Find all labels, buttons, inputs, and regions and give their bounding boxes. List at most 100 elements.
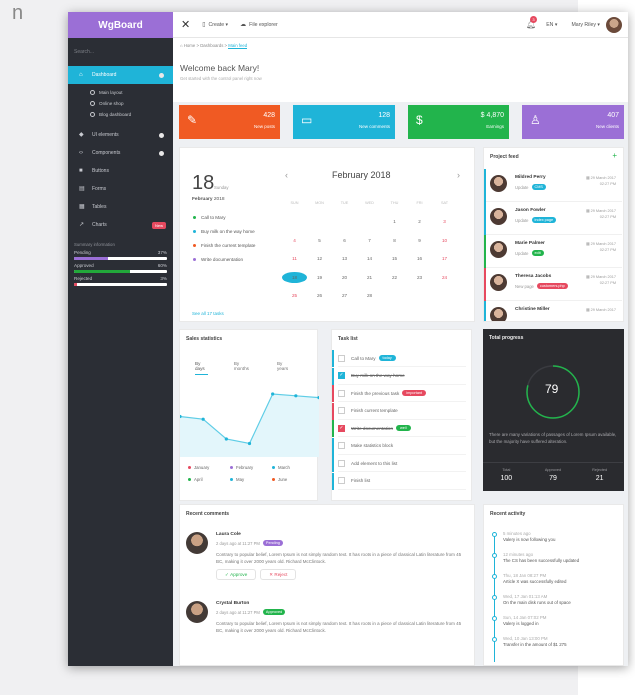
breadcrumb-dashboards[interactable]: Dashboards <box>200 43 223 48</box>
event-item[interactable]: Write documentation <box>193 257 243 262</box>
tab-by-months[interactable]: By months <box>234 361 251 375</box>
calendar-day[interactable]: 25 <box>282 293 307 298</box>
calendar-day[interactable]: 23 <box>407 275 432 280</box>
reject-button[interactable]: ✕ Reject <box>260 569 297 580</box>
calendar-day[interactable]: 26 <box>307 293 332 298</box>
file-explorer-button[interactable]: ☁ File explorer <box>240 21 278 29</box>
add-icon[interactable]: + <box>612 151 617 160</box>
calendar-day[interactable]: 1 <box>382 219 407 224</box>
sidebar-item-dashboard[interactable]: ⌂ Dashboard <box>68 66 173 84</box>
sidebar-item-tables[interactable]: ▦ Tables <box>68 198 173 216</box>
calendar-day[interactable]: 17 <box>432 256 457 261</box>
sidebar-item-components[interactable]: ‹› Components <box>68 144 173 162</box>
calendar-day[interactable]: 14 <box>357 256 382 261</box>
calendar-day[interactable]: 8 <box>382 238 407 243</box>
activity-item[interactable]: Wed, 17 Jan 01:13 AM On the main disk run… <box>503 594 571 606</box>
task-checkbox[interactable]: ✓ <box>338 424 345 432</box>
calendar-day[interactable]: 15 <box>382 256 407 261</box>
feed-item[interactable]: Christine Miller ▦ 29 March 2017 <box>484 301 622 321</box>
calendar-today[interactable]: 18 <box>282 271 307 283</box>
activity-item[interactable]: 5 minutes ago Valery is now following you <box>503 531 555 543</box>
activity-item[interactable]: Sun, 14 Jan 07:02 PM Valery is logged in <box>503 615 546 627</box>
calendar-day[interactable]: 28 <box>357 293 382 298</box>
sales-point[interactable] <box>294 394 298 398</box>
event-item[interactable]: Call to Mary <box>193 215 226 220</box>
create-button[interactable]: ▯ Create ▾ <box>202 21 228 29</box>
calendar-day[interactable]: 9 <box>407 238 432 243</box>
legend-item: March <box>272 465 314 470</box>
sidebar-subitem-online-shop[interactable]: Online shop <box>68 98 173 109</box>
activity-item[interactable]: 12 minutes ago The CS has been successful… <box>503 552 579 564</box>
task-item[interactable]: Add element to this list <box>332 455 466 472</box>
tab-by-days[interactable]: By days <box>195 361 208 375</box>
sales-point[interactable] <box>247 441 252 446</box>
user-menu[interactable]: Mary Riley ▾ <box>571 22 600 28</box>
prev-month-icon[interactable]: ‹ <box>285 170 288 180</box>
task-item[interactable]: Finish the previous task important <box>332 385 466 402</box>
task-checkbox[interactable] <box>338 459 345 467</box>
feed-item[interactable]: Jason Fowler Update index page ▦ 29 March 2… <box>484 202 622 235</box>
calendar-day[interactable]: 19 <box>307 275 332 280</box>
task-item[interactable]: Make statistics block <box>332 437 466 455</box>
task-item[interactable]: Finish list <box>332 472 466 490</box>
calendar-day[interactable]: 6 <box>332 238 357 243</box>
tab-by-years[interactable]: By years <box>277 361 291 375</box>
sidebar-item-forms[interactable]: ▤ Forms <box>68 180 173 198</box>
feed-item[interactable]: Mildred Perry Update CMS ▦ 29 March 2017 02:… <box>484 169 622 202</box>
calendar-day[interactable]: 21 <box>357 275 382 280</box>
calendar-day[interactable]: 3 <box>432 219 457 224</box>
calendar-day[interactable]: 18 <box>282 271 307 283</box>
notifications-button[interactable]: 🔔︎ 3 <box>526 16 538 29</box>
stat-earnings[interactable]: $ $ 4,870 Earnings <box>408 105 509 139</box>
task-checkbox[interactable] <box>338 477 345 484</box>
sidebar-item-buttons[interactable]: ■ Buttons <box>68 162 173 180</box>
task-item[interactable]: Finish current template <box>332 402 466 420</box>
calendar-day[interactable]: 11 <box>282 256 307 261</box>
task-checkbox[interactable] <box>338 389 345 397</box>
sales-point[interactable] <box>201 417 205 421</box>
activity-item[interactable]: Wed, 10 Jan 13:00 PM Transfer in the amou… <box>503 636 567 648</box>
calendar-day[interactable]: 5 <box>307 238 332 243</box>
see-all-tasks-link[interactable]: See all 17 tasks <box>192 311 224 316</box>
calendar-day[interactable]: 20 <box>332 275 357 280</box>
task-item[interactable]: Call to Mary today <box>332 350 466 367</box>
sidebar-item-ui-elements[interactable]: ◆ UI elements <box>68 126 173 144</box>
calendar-day[interactable]: 13 <box>332 256 357 261</box>
calendar-day[interactable]: 12 <box>307 256 332 261</box>
sales-point[interactable] <box>224 437 228 441</box>
sales-point[interactable] <box>271 392 275 396</box>
event-item[interactable]: Buy milk on the way home <box>193 229 255 234</box>
calendar-day[interactable]: 10 <box>432 238 457 243</box>
activity-item[interactable]: Thu, 18 Jan 08:27 PM Article X was succes… <box>503 573 566 585</box>
breadcrumb-home[interactable]: Home <box>184 43 195 48</box>
approve-button[interactable]: ✓ Approve <box>216 569 257 580</box>
sidebar-subitem-blog-dashboard[interactable]: Blog dashboard <box>68 109 173 120</box>
language-selector[interactable]: EN ▾ <box>546 22 557 28</box>
brand-logo[interactable]: WgBoard <box>68 12 173 38</box>
sidebar-item-charts[interactable]: ↗ Charts New <box>68 216 173 234</box>
task-item[interactable]: ✓ Buy milk on the way home <box>332 367 466 385</box>
event-item[interactable]: Finish the current template <box>193 243 255 248</box>
feed-item[interactable]: Marie Palmer Update edit ▦ 29 March 2017 02:… <box>484 235 622 268</box>
task-checkbox[interactable] <box>338 442 345 449</box>
task-checkbox[interactable]: ✓ <box>338 372 345 379</box>
calendar-day[interactable]: 7 <box>357 238 382 243</box>
sidebar-search-input[interactable]: Search... <box>68 38 173 66</box>
calendar-day[interactable]: 27 <box>332 293 357 298</box>
calendar-day[interactable]: 16 <box>407 256 432 261</box>
stat-new-clients[interactable]: ♙ 407 New clients <box>522 105 624 139</box>
calendar-day[interactable]: 22 <box>382 275 407 280</box>
calendar-day[interactable]: 2 <box>407 219 432 224</box>
sidebar-subitem-main-layout[interactable]: Main layout <box>68 87 173 98</box>
stat-new-comments[interactable]: ▭ 128 New comments <box>293 105 395 139</box>
avatar[interactable] <box>606 16 622 33</box>
next-month-icon[interactable]: › <box>457 170 460 180</box>
close-icon[interactable]: ✕ <box>181 18 190 31</box>
task-checkbox[interactable] <box>338 407 345 414</box>
calendar-day[interactable]: 24 <box>432 275 457 280</box>
task-checkbox[interactable] <box>338 354 345 362</box>
calendar-day[interactable]: 4 <box>282 238 307 243</box>
feed-item[interactable]: Theresa Jacobs New page customers.php ▦ 29 … <box>484 268 622 301</box>
task-item[interactable]: ✓ Write documentation well <box>332 420 466 437</box>
stat-new-posts[interactable]: ✎ 428 New posts <box>179 105 280 139</box>
